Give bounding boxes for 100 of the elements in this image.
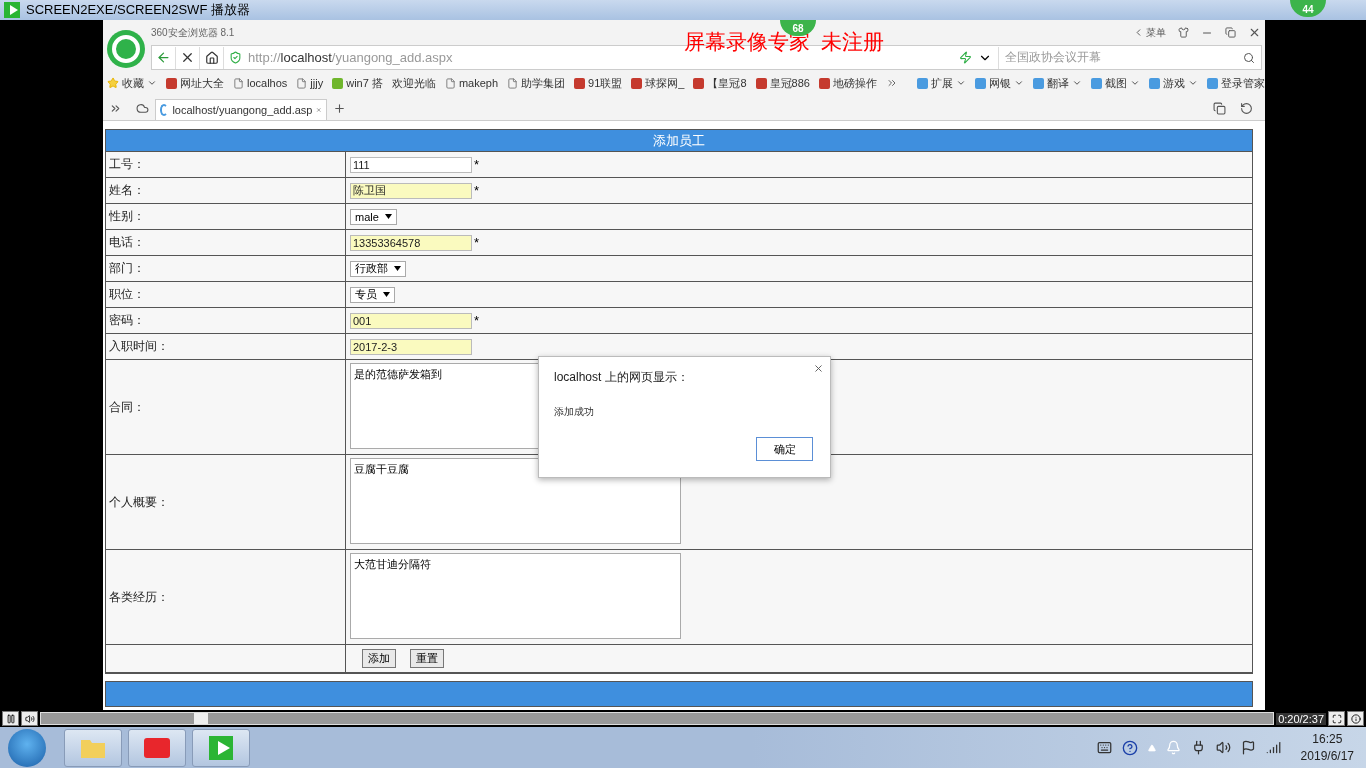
browser-tab[interactable]: localhost/yuangong_add.asp [155,99,327,120]
pause-button[interactable] [2,711,19,726]
tabs-icon[interactable] [1213,101,1226,115]
player-icon [207,733,235,762]
input-field[interactable]: 陈卫国 [350,182,472,199]
page-icon [296,77,308,89]
progress-thumb[interactable] [194,713,209,724]
bookmark-link[interactable]: 助学集团 [507,75,566,91]
bookmark-link[interactable]: 皇冠886 [755,75,810,91]
select-field[interactable]: 专员 [350,286,395,303]
bookmark-link[interactable]: makeph [444,77,499,89]
select-field[interactable]: 行政部 [350,260,406,277]
required-mark: * [474,313,480,328]
window-title: SCREEN2EXE/SCREEN2SWF 播放器 [26,1,250,19]
tool-icon [917,77,928,89]
back-icon [156,50,171,65]
playback-time: 0:20/2:37 [1276,712,1326,725]
site-icon [693,77,705,89]
restore-icon[interactable] [1225,27,1236,38]
search-icon[interactable] [1243,51,1255,64]
select-field[interactable]: male [350,208,397,225]
skin-icon[interactable] [1178,27,1189,38]
keyboard-icon[interactable] [1096,740,1112,755]
volume-icon[interactable] [1215,740,1231,755]
field-label: 工号： [106,152,346,177]
bookmark-link[interactable]: 收藏 [107,75,157,91]
form-button[interactable]: 重置 [410,649,444,668]
site-icon [818,77,830,89]
menu-button[interactable]: 菜单 [1133,25,1166,40]
text-area[interactable]: 大范甘迪分隔符 [350,553,681,639]
speaker-icon [24,713,35,724]
loading-icon [160,104,169,116]
field-label: 性别： [106,204,346,229]
caret-icon [1188,78,1198,88]
close-icon[interactable] [1248,26,1261,39]
site-icon [166,77,177,89]
ok-button[interactable]: 确定 [756,437,813,461]
form-title: 添加员工 [106,130,1252,152]
home-icon [204,50,219,65]
search-placeholder: 全国政协会议开幕 [1005,49,1101,66]
required-mark: * [474,183,480,198]
bookmark-link[interactable]: jjjy [296,77,324,89]
input-field[interactable]: 13353364578 [350,234,472,251]
toolbar-button[interactable]: 网银 [975,75,1024,91]
close-icon [813,363,824,374]
site-icon [755,77,767,89]
flag-icon[interactable] [1240,740,1256,755]
form-button[interactable]: 添加 [362,649,396,668]
field-label: 入职时间： [106,334,346,359]
toolbar-button[interactable]: 扩展 [917,75,966,91]
text-area[interactable]: 豆腐干豆腐 [350,458,681,544]
page-icon [233,77,244,89]
clock[interactable]: 16:25 2019/6/17 [1300,730,1354,765]
help-icon[interactable] [1121,739,1138,756]
close-icon [180,50,195,65]
toolbar-button[interactable]: 登录管家 [1207,75,1265,91]
undo-icon[interactable] [1240,101,1253,115]
toolbar-button[interactable]: 翻译 [1033,75,1082,91]
start-button[interactable] [8,728,46,767]
bookmark-link[interactable]: localhos [233,77,288,89]
toolbar-button[interactable]: 游戏 [1149,75,1198,91]
caret-icon [383,292,390,297]
more-icon[interactable] [885,77,898,89]
player-app-button[interactable] [192,728,250,767]
page-icon [507,77,519,89]
site-icon [332,77,344,89]
browser-name: 360安全浏览器 8.1 [151,25,235,40]
caret-icon [384,214,392,219]
tool-icon [1207,77,1218,89]
page-icon [444,77,456,89]
toolbar-button[interactable]: 截图 [1091,75,1140,91]
bookmark-link[interactable]: 网址大全 [166,75,224,91]
bookmark-link[interactable]: 地磅操作 [818,75,877,91]
lightning-icon[interactable] [959,51,972,64]
cloud-icon[interactable] [136,101,149,115]
bookmark-link[interactable]: 球探网_ [631,75,685,91]
app-button[interactable] [128,728,186,767]
shield-icon [229,51,242,64]
site-icon [631,77,643,89]
bookmark-link[interactable]: 【皇冠8 [693,75,747,91]
bookmark-link[interactable]: 91联盟 [574,75,623,91]
player-logo-icon [4,2,20,18]
mute-button[interactable] [21,711,38,726]
caret-icon [1014,78,1024,88]
caret-icon [147,78,157,88]
new-tab-icon[interactable] [333,101,346,115]
input-field[interactable]: 111 [350,156,472,173]
input-field[interactable]: 001 [350,312,472,329]
bookmark-link[interactable]: win7 搭 [332,75,383,91]
site-icon [574,77,586,89]
tool-icon [1033,77,1044,89]
field-label: 姓名： [106,178,346,203]
fullscreen-icon [1331,713,1342,724]
close-button[interactable] [813,363,824,374]
signal-icon[interactable] [1265,740,1281,755]
bookmark-link[interactable]: 欢迎光临 [391,75,436,91]
fullscreen-button[interactable] [1328,711,1345,726]
required-mark: * [474,235,480,250]
info-button[interactable] [1347,711,1364,726]
input-field[interactable]: 2017-2-3 [350,338,472,355]
